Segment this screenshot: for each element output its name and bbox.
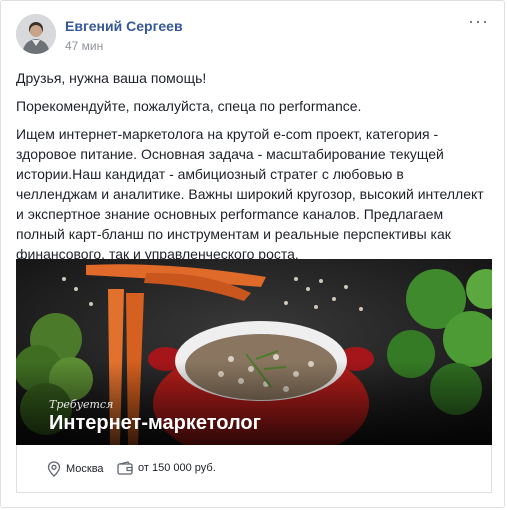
post-time[interactable]: 47 мин — [65, 39, 103, 53]
post-paragraph: Ищем интернет-маркетолога на крутой e-co… — [16, 126, 484, 262]
post-card: Евгений Сергеев 47 мин ··· Друзья, нужна… — [0, 0, 505, 508]
salary-text: от 150 000 руб. — [138, 462, 216, 474]
map-pin-icon — [47, 461, 61, 477]
avatar[interactable] — [16, 14, 56, 54]
vacancy-title: Интернет-маркетолог — [49, 412, 261, 434]
vacancy-image[interactable]: Требуется Интернет-маркетолог — [16, 259, 492, 445]
location-text: Москва — [66, 463, 104, 475]
location-info: Москва — [47, 461, 104, 477]
user-photo-icon — [16, 14, 56, 54]
post-paragraph: Порекомендуйте, пожалуйста, спеца по per… — [16, 98, 362, 114]
more-options-icon[interactable]: ··· — [468, 11, 489, 32]
post-paragraph: Друзья, нужна ваша помощь! — [16, 70, 207, 86]
wallet-icon — [117, 461, 133, 475]
salary-info: от 150 000 руб. — [117, 461, 216, 475]
author-name[interactable]: Евгений Сергеев — [65, 18, 183, 34]
post-text: Друзья, нужна ваша помощь! Порекомендуйт… — [16, 68, 486, 272]
vacancy-subtitle: Требуется — [49, 398, 114, 411]
vacancy-details: Москва от 150 000 руб. — [16, 445, 492, 493]
